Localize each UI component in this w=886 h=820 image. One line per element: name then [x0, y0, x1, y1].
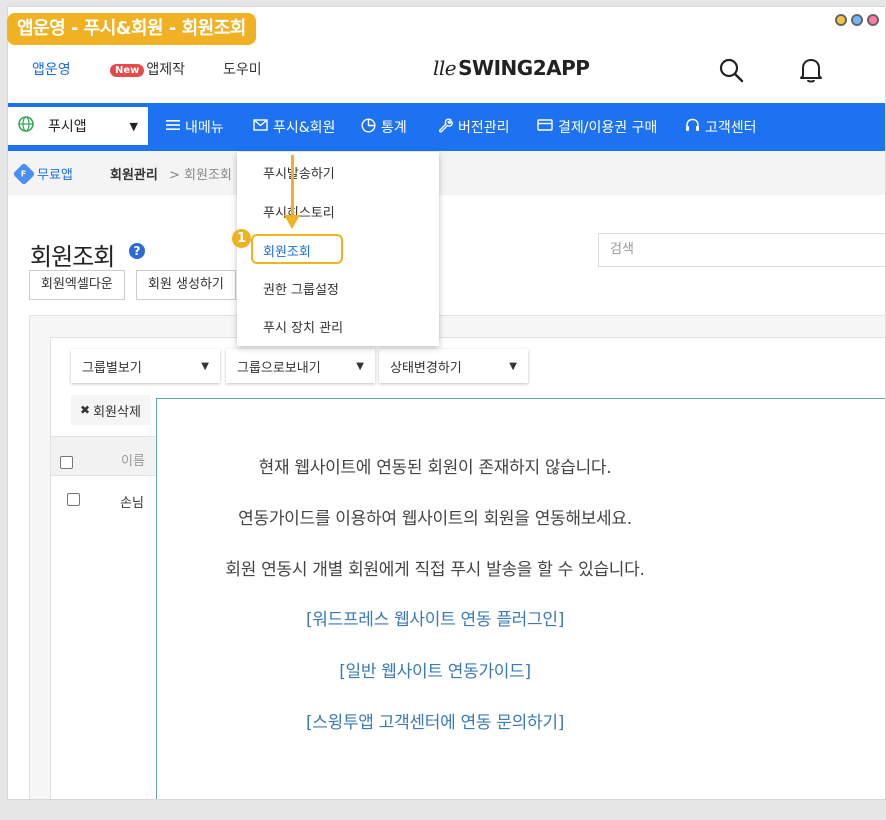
free-app-label: 무료앱 [37, 168, 73, 183]
browser-frame: 앱운영 New 앱제작 도우미 lle SWING2APP 푸시앱 ▼ 내메뉴 푸시… [7, 6, 886, 800]
wordpress-plugin-link[interactable]: [워드프레스 웹사이트 연동 플러그인] [9, 605, 861, 630]
free-app-badge[interactable]: F 무료앱 [12, 162, 73, 185]
free-diamond-icon: F [12, 162, 36, 185]
web-integration-guide-link[interactable]: [일반 웹사이트 연동가이드] [9, 657, 861, 682]
submenu-send-push[interactable]: 푸시발송하기 [263, 163, 335, 182]
headset-icon [685, 118, 700, 136]
topnav-app-build-label: 앱제작 [146, 62, 186, 78]
yellow-dot-icon [835, 14, 847, 26]
list-icon [166, 119, 180, 135]
help-icon[interactable]: ? [129, 243, 145, 259]
top-header: 앱운영 New 앱제작 도우미 lle SWING2APP [8, 53, 885, 105]
search-input[interactable]: 검색 [598, 233, 885, 267]
close-icon: ✖ [80, 403, 91, 417]
app-select-value: 푸시앱 [48, 119, 87, 135]
change-status-dropdown[interactable]: 상태변경하기 ▼ [379, 349, 528, 383]
empty-message-line-2: 연동가이드를 이용하여 웹사이트의 회원을 연동해보세요. [238, 509, 632, 529]
guide-highlight-box [251, 234, 343, 264]
menu-statistics[interactable]: 통계 [361, 103, 407, 151]
page-title: 회원조회 [30, 243, 115, 271]
group-view-dropdown[interactable]: 그룹별보기 ▼ [71, 349, 220, 383]
mail-icon [253, 119, 268, 135]
empty-message-line-1: 현재 웹사이트에 연동된 회원이 존재하지 않습니다. [258, 458, 612, 478]
menu-my-menu[interactable]: 내메뉴 [166, 103, 224, 151]
member-excel-download-button[interactable]: 회원엑셀다운 [29, 270, 125, 300]
customer-center-inquiry-link[interactable]: [스윙투앱 고객센터에 연동 문의하기] [9, 708, 861, 733]
search-icon[interactable] [716, 55, 746, 85]
pie-chart-icon [361, 117, 376, 137]
blue-dot-icon [851, 14, 863, 26]
globe-icon [18, 116, 34, 136]
menu-version[interactable]: 버전관리 [438, 103, 510, 151]
breadcrumb-member-search[interactable]: > 회원조회 [169, 164, 232, 183]
step-number-badge: 1 [232, 229, 251, 248]
wrench-icon [438, 118, 453, 137]
submenu-push-devices[interactable]: 푸시 장치 관리 [263, 317, 343, 336]
submenu-permission-groups[interactable]: 권한 그룹설정 [263, 279, 339, 298]
swing2app-logo[interactable]: lle SWING2APP [433, 56, 590, 80]
topnav-app-build[interactable]: New 앱제작 [110, 59, 185, 79]
app-select[interactable]: 푸시앱 ▼ [8, 107, 148, 145]
empty-state-overlay: 현재 웹사이트에 연동된 회원이 존재하지 않습니다. 연동가이드를 이용하여 … [156, 398, 885, 799]
topnav-help[interactable]: 도우미 [223, 59, 262, 79]
caret-down-icon: ▼ [129, 119, 138, 133]
empty-message-line-3: 회원 연동시 개별 회원에게 직접 푸시 발송을 할 수 있습니다. [225, 560, 645, 580]
pink-dot-icon [867, 14, 879, 26]
caret-down-icon: ▼ [509, 360, 517, 372]
menu-push-members[interactable]: 푸시&회원 [253, 103, 335, 151]
guide-arrow-line [291, 155, 294, 217]
main-menubar: 푸시앱 ▼ 내메뉴 푸시&회원 통계 버전관리 결제/이용권 구매 고객센터 [8, 103, 885, 151]
card-icon [537, 119, 553, 135]
guide-arrow-head-icon [284, 215, 300, 229]
breadcrumb: F 무료앱 회원관리 > 회원조회 [8, 151, 885, 195]
guide-title-badge: 앱운영 - 푸시&회원 - 회원조회 [7, 13, 256, 45]
topnav-app-operation[interactable]: 앱운영 [32, 59, 71, 79]
breadcrumb-member-management[interactable]: 회원관리 [110, 164, 158, 183]
delete-member-button[interactable]: ✖ 회원삭제 [71, 395, 150, 425]
menu-customer-center[interactable]: 고객센터 [685, 103, 757, 151]
bell-icon[interactable] [796, 55, 826, 85]
window-dots [835, 14, 879, 26]
create-member-button[interactable]: 회원 생성하기 [136, 270, 236, 300]
menu-payment[interactable]: 결제/이용권 구매 [537, 103, 657, 151]
caret-down-icon: ▼ [356, 360, 364, 372]
send-to-group-dropdown[interactable]: 그룹으로보내기 ▼ [226, 349, 375, 383]
caret-down-icon: ▼ [201, 360, 209, 372]
new-badge: New [110, 64, 145, 77]
